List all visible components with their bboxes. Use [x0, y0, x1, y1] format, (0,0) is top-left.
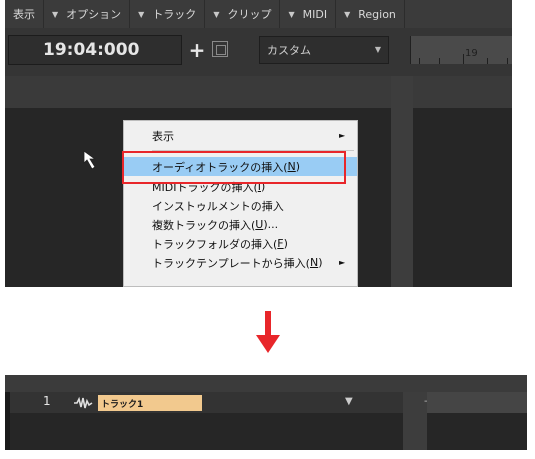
context-menu-item-label: インストゥルメントの挿入	[152, 199, 284, 213]
ruler-number: 19	[465, 48, 478, 59]
menu-options-label: オプション	[66, 8, 122, 21]
context-menu-item-insert-multiple-tracks[interactable]: 複数トラックの挿入(U)...	[124, 215, 357, 234]
chevron-down-icon: ▼	[344, 9, 351, 19]
submenu-arrow-icon: ►	[339, 258, 346, 267]
track-name-field[interactable]: トラック1	[98, 395, 202, 411]
menu-midi[interactable]: ▼ MIDI	[280, 0, 337, 28]
menu-options[interactable]: ▼ オプション	[44, 0, 131, 28]
down-arrow-icon	[256, 311, 280, 353]
ruler-tick	[463, 54, 464, 64]
menu-region[interactable]: ▼ Region	[336, 0, 405, 28]
context-menu-item-label: トラックテンプレートから挿入(	[152, 256, 310, 270]
menu-region-label: Region	[358, 7, 396, 21]
track-pane-edge	[5, 392, 10, 450]
context-menu-item-label: トラックフォルダの挿入(	[152, 237, 278, 251]
track-toolbar: 19:04:000 + カスタム ▼ 19	[5, 28, 512, 76]
context-menu-item-tail: )...	[263, 218, 279, 231]
menu-bar: 表示 ▼ オプション ▼ トラック ▼ クリップ ▼ MIDI ▼ Region	[5, 0, 512, 28]
preset-select[interactable]: カスタム ▼	[259, 36, 389, 64]
ruler-tick	[439, 58, 440, 64]
chevron-down-icon: ▼	[52, 9, 59, 19]
before-screenshot: 表示 ▼ オプション ▼ トラック ▼ クリップ ▼ MIDI ▼ Region…	[5, 0, 512, 287]
preset-select-value: カスタム	[267, 44, 311, 57]
context-menu-item-view[interactable]: 表示 ►	[124, 126, 357, 145]
menu-track-label: トラック	[152, 8, 197, 21]
ruler-tick	[487, 58, 488, 64]
context-menu-item-insert-track-folder[interactable]: トラックフォルダの挿入(F)	[124, 234, 357, 253]
expand-track-icon[interactable]: ▼	[345, 396, 353, 407]
menu-clip[interactable]: ▼ クリップ	[205, 0, 281, 28]
context-menu-item-label: 表示	[152, 129, 174, 143]
menu-midi-label: MIDI	[302, 7, 328, 21]
timeline-ruler[interactable]: 19	[410, 36, 512, 64]
add-track-button[interactable]: +	[188, 38, 206, 62]
audio-wave-icon	[74, 396, 93, 409]
pane-splitter[interactable]	[391, 76, 413, 287]
chevron-down-icon: ▼	[138, 9, 145, 19]
submenu-arrow-icon: ►	[339, 131, 346, 140]
clips-pane[interactable]	[413, 108, 512, 287]
highlight-annotation-box	[122, 151, 346, 184]
time-display[interactable]: 19:04:000	[8, 35, 182, 65]
track-number: 1	[43, 394, 51, 408]
menu-view-label: 表示	[13, 8, 35, 21]
accelerator-key: U	[255, 218, 264, 231]
track-pane[interactable]	[5, 413, 527, 450]
ruler-tick	[507, 58, 508, 64]
chevron-down-icon: ▼	[288, 9, 295, 19]
after-screenshot: 1 トラック1 ▼ -	[5, 375, 527, 450]
clips-pane[interactable]	[427, 392, 527, 413]
menu-clip-label: クリップ	[227, 8, 272, 21]
mouse-pointer-icon	[83, 150, 97, 170]
track-header-band	[5, 375, 527, 392]
context-menu-item-tail: )	[283, 237, 288, 250]
context-menu-item-tail: )	[318, 256, 323, 269]
menu-view[interactable]: 表示	[5, 0, 44, 28]
menu-track[interactable]: ▼ トラック	[130, 0, 206, 28]
context-menu: 表示 ► オーディオトラックの挿入(N) MIDIトラックの挿入(I) インスト…	[123, 120, 358, 287]
duplicate-track-icon[interactable]	[212, 41, 228, 57]
chevron-down-icon: ▼	[213, 9, 220, 19]
accelerator-key: N	[309, 256, 319, 269]
ruler-tick	[419, 58, 420, 64]
track-header-band	[5, 76, 512, 108]
context-menu-item-insert-instrument[interactable]: インストゥルメントの挿入	[124, 196, 357, 215]
context-menu-item-label: 複数トラックの挿入(	[152, 218, 256, 232]
context-menu-item-insert-from-template[interactable]: トラックテンプレートから挿入(N) ►	[124, 253, 357, 272]
chevron-down-icon: ▼	[374, 45, 381, 54]
